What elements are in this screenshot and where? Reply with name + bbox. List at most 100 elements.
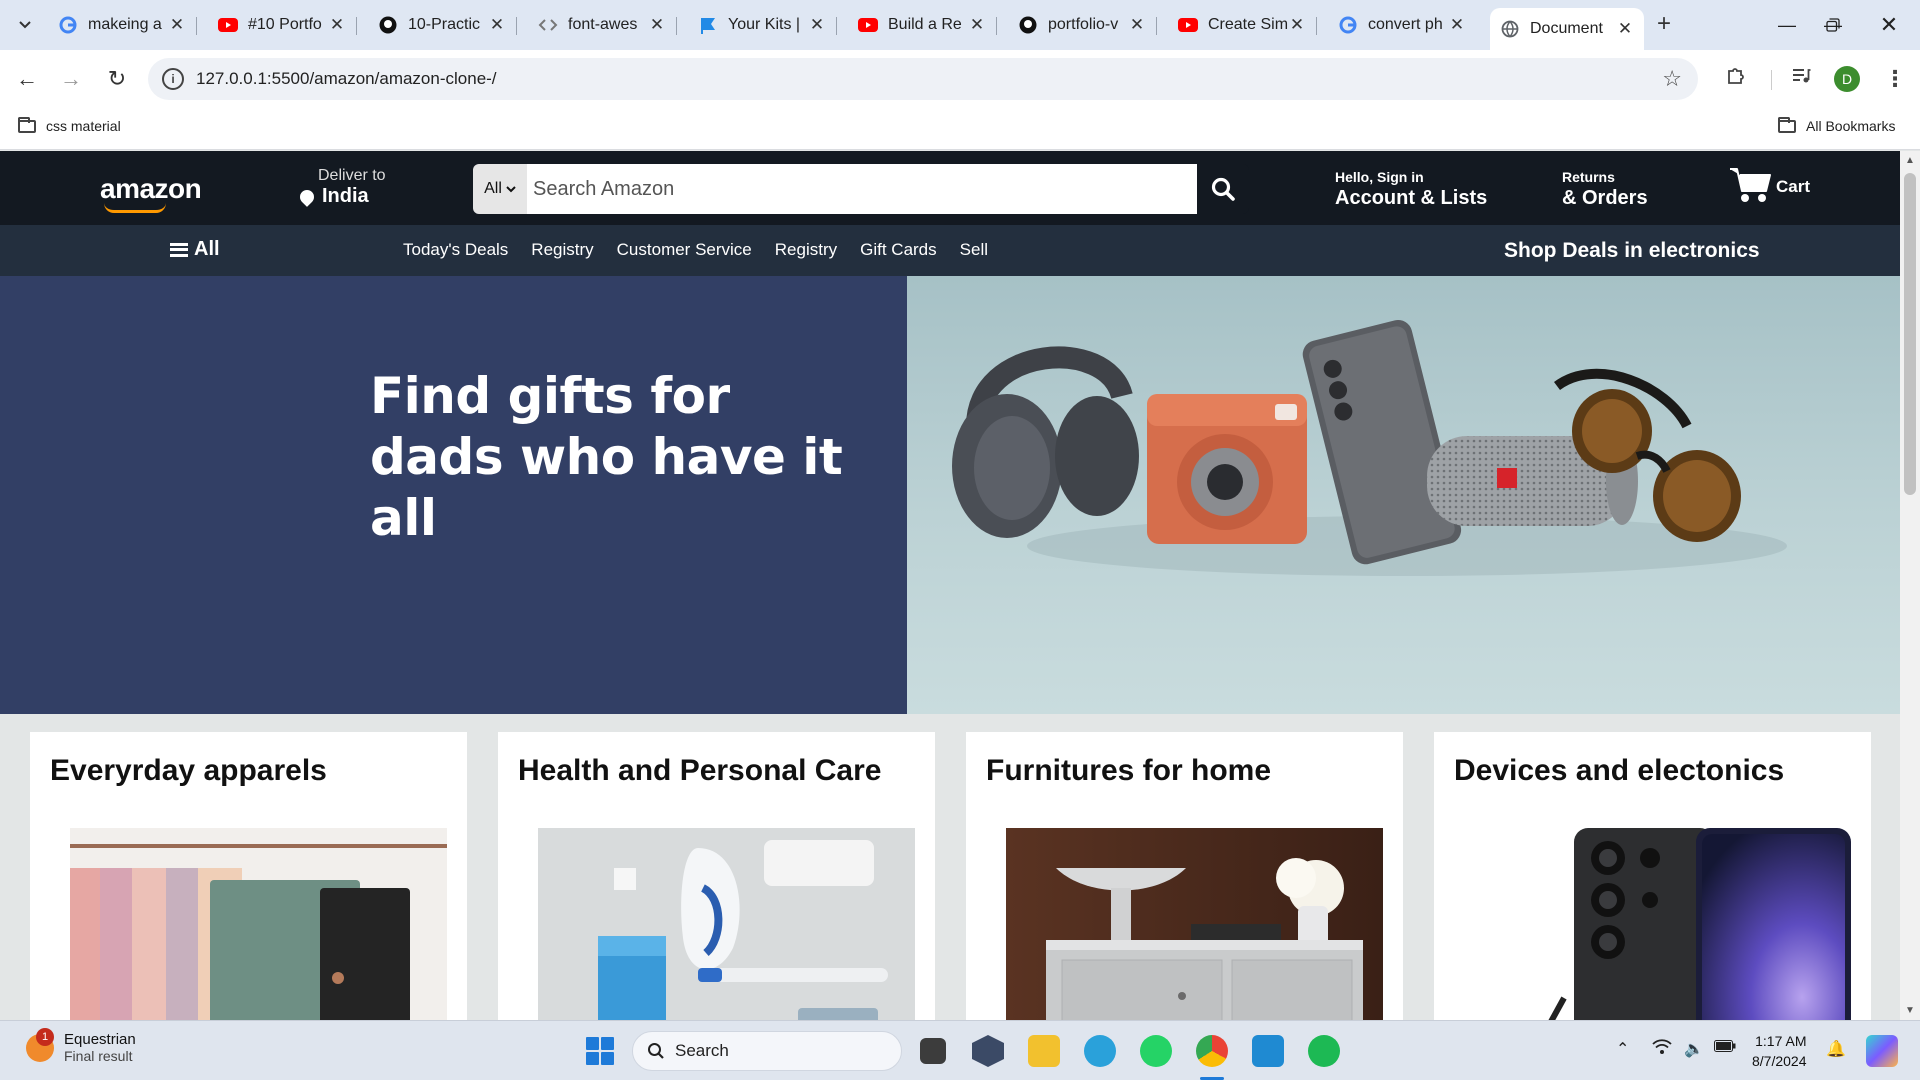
tab-separator	[356, 17, 357, 35]
all-bookmarks-button[interactable]: All Bookmarks	[1778, 116, 1896, 134]
start-button[interactable]	[586, 1037, 614, 1065]
file-explorer-icon[interactable]	[1028, 1035, 1060, 1067]
browser-tab[interactable]: Build a Re ✕	[848, 8, 997, 42]
youtube-icon	[1178, 15, 1198, 35]
minimize-window-button[interactable]: —	[1764, 8, 1810, 42]
shop-deals-link[interactable]: Shop Deals in electronics	[1504, 239, 1760, 263]
google-icon	[58, 15, 78, 35]
returns-orders[interactable]: Returns & Orders	[1562, 169, 1648, 210]
subnav-link[interactable]: Today's Deals	[403, 240, 508, 260]
profile-avatar[interactable]: D	[1834, 66, 1860, 92]
battery-icon[interactable]	[1714, 1039, 1736, 1057]
tab-search-button[interactable]	[8, 8, 42, 42]
cart-button[interactable]: Cart	[1728, 165, 1810, 205]
copilot-icon[interactable]	[1866, 1035, 1898, 1067]
headphones-icon	[952, 346, 1139, 538]
tab-close-icon[interactable]: ✕	[968, 15, 986, 35]
tab-close-icon[interactable]: ✕	[1616, 19, 1634, 39]
system-clock[interactable]: 1:17 AM 8/7/2024	[1752, 1031, 1807, 1071]
browser-tab[interactable]: makeing a ✕	[48, 8, 197, 42]
subnav-link[interactable]: Sell	[960, 240, 988, 260]
tab-close-icon[interactable]: ✕	[328, 15, 346, 35]
amazon-logo[interactable]: amazon	[100, 173, 202, 205]
whatsapp-icon[interactable]	[1140, 1035, 1172, 1067]
telegram-icon[interactable]	[1084, 1035, 1116, 1067]
category-cards: Everyrday apparels Health and Personal C…	[0, 714, 1900, 1038]
browser-tab[interactable]: portfolio-v ✕	[1008, 8, 1157, 42]
search-category-label: All	[484, 180, 502, 197]
widget-subtitle: Final result	[64, 1048, 133, 1064]
restore-icon	[1826, 18, 1840, 32]
subnav-link[interactable]: Registry	[775, 240, 837, 260]
scrollbar-thumb[interactable]	[1904, 173, 1916, 495]
card-electronics[interactable]: Devices and electonics	[1434, 732, 1871, 1038]
browser-tab[interactable]: font-awes ✕	[528, 8, 677, 42]
tab-close-icon[interactable]: ✕	[168, 15, 186, 35]
browser-tab[interactable]: #10 Portfo ✕	[208, 8, 357, 42]
back-button[interactable]: ←	[10, 62, 44, 96]
weather-widget[interactable]: 1 Equestrian Final result	[26, 1027, 136, 1064]
browser-menu-icon[interactable]: ⋮	[1880, 64, 1910, 94]
forward-button[interactable]: →	[54, 62, 88, 96]
tab-title: Build a Re	[888, 16, 962, 33]
bookmark-label: All Bookmarks	[1806, 118, 1896, 134]
subnav-link[interactable]: Gift Cards	[860, 240, 937, 260]
bookmark-folder-css-material[interactable]: css material	[18, 116, 121, 134]
subnav-link[interactable]: Customer Service	[617, 240, 752, 260]
notification-badge: 1	[36, 1027, 54, 1046]
subnav-link[interactable]: Registry	[531, 240, 593, 260]
card-health[interactable]: Health and Personal Care	[498, 732, 935, 1038]
tab-close-icon[interactable]: ✕	[1128, 15, 1146, 35]
new-tab-button[interactable]: +	[1650, 10, 1678, 38]
tab-close-icon[interactable]: ✕	[488, 15, 506, 35]
media-control-icon[interactable]	[1786, 64, 1816, 94]
search-category-select[interactable]: All	[473, 164, 527, 214]
tab-close-icon[interactable]: ✕	[648, 15, 666, 35]
browser-tab[interactable]: 10-Practic ✕	[368, 8, 517, 42]
tab-title: font-awes	[568, 16, 638, 33]
spotify-icon[interactable]	[1308, 1035, 1340, 1067]
deliver-to[interactable]: Deliver to India	[296, 167, 386, 208]
bookmark-star-icon[interactable]: ☆	[1662, 66, 1682, 92]
browser-tab[interactable]: Create Sim ✕	[1168, 8, 1317, 42]
tab-close-icon[interactable]: ✕	[1448, 15, 1466, 35]
tab-separator	[516, 17, 517, 35]
reload-button[interactable]: ↻	[100, 62, 134, 96]
chevron-down-icon	[19, 21, 31, 29]
all-menu-button[interactable]: All	[170, 238, 220, 261]
restore-window-button[interactable]	[1810, 8, 1856, 42]
page-scrollbar[interactable]: ▲ ▼	[1900, 151, 1920, 1020]
volume-icon[interactable]: 🔈	[1684, 1039, 1704, 1059]
notification-bell-icon[interactable]: 🔔	[1826, 1039, 1846, 1059]
tab-close-icon[interactable]: ✕	[1288, 15, 1306, 35]
search-button[interactable]	[1197, 164, 1249, 214]
card-apparels[interactable]: Everyrday apparels	[30, 732, 467, 1038]
chevron-down-icon	[506, 185, 516, 192]
app-cube-icon[interactable]	[972, 1035, 1004, 1067]
close-window-button[interactable]: ✕	[1866, 8, 1912, 42]
scroll-up-icon[interactable]: ▲	[1905, 155, 1915, 166]
chrome-icon[interactable]	[1196, 1035, 1228, 1067]
search-input[interactable]	[527, 164, 1197, 214]
vscode-icon[interactable]	[1252, 1035, 1284, 1067]
address-bar[interactable]: i 127.0.0.1:5500/amazon/amazon-clone-/ ☆	[148, 58, 1698, 100]
taskbar-search[interactable]: Search	[632, 1031, 902, 1071]
card-title: Health and Personal Care	[518, 754, 882, 787]
tab-close-icon[interactable]: ✕	[808, 15, 826, 35]
tray-overflow-icon[interactable]: ⌃	[1616, 1039, 1629, 1059]
electronics-image	[1474, 828, 1851, 1038]
site-info-icon[interactable]: i	[162, 68, 184, 90]
browser-tab[interactable]: convert ph ✕	[1328, 8, 1476, 42]
github-icon	[1018, 15, 1038, 35]
widget-title: Equestrian	[64, 1031, 136, 1048]
extensions-icon[interactable]	[1720, 64, 1750, 94]
card-furniture[interactable]: Furnitures for home	[966, 732, 1403, 1038]
account-lists[interactable]: Hello, Sign in Account & Lists	[1335, 169, 1487, 210]
browser-tab[interactable]: Your Kits | ✕	[688, 8, 837, 42]
browser-tab[interactable]: Document ✕	[1490, 8, 1644, 50]
hero-banner[interactable]: Find gifts for dads who have it all	[0, 276, 1900, 714]
task-view-icon[interactable]	[920, 1038, 946, 1064]
toolbar-divider	[1771, 70, 1772, 90]
wifi-icon[interactable]	[1652, 1039, 1672, 1060]
scroll-down-icon[interactable]: ▼	[1905, 1005, 1915, 1016]
